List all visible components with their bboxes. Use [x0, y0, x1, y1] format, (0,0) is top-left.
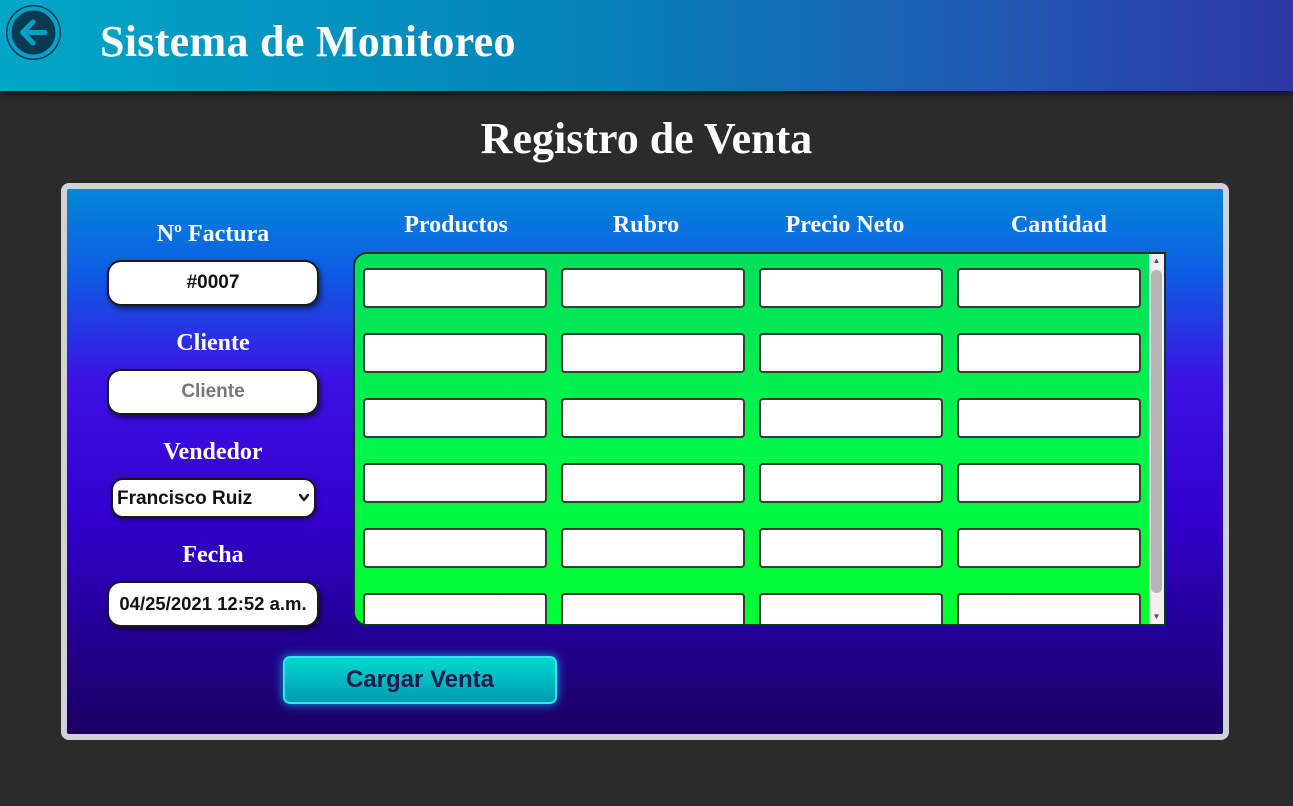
column-header-productos: Productos [404, 212, 508, 238]
chevron-down-icon [298, 493, 310, 502]
cell-cantidad[interactable] [957, 333, 1141, 373]
cell-precio-neto[interactable] [759, 463, 943, 503]
vendedor-selected: Francisco Ruiz [117, 488, 253, 509]
cell-producto[interactable] [363, 463, 547, 503]
cell-cantidad[interactable] [957, 593, 1141, 624]
cargar-venta-button[interactable]: Cargar Venta [283, 656, 557, 704]
cell-cantidad[interactable] [957, 398, 1141, 438]
cliente-label: Cliente [176, 330, 250, 356]
cell-rubro[interactable] [561, 398, 745, 438]
products-grid[interactable]: ▲ ▼ [353, 252, 1166, 626]
grid-scrollbar[interactable]: ▲ ▼ [1149, 254, 1164, 624]
cell-precio-neto[interactable] [759, 333, 943, 373]
page-title: Registro de Venta [480, 114, 813, 163]
cell-producto[interactable] [363, 333, 547, 373]
fecha-label: Fecha [182, 542, 244, 568]
arrow-left-icon [7, 6, 60, 59]
app-title: Sistema de Monitoreo [100, 17, 516, 66]
fecha-field[interactable] [107, 581, 319, 627]
scroll-up-arrow-icon[interactable]: ▲ [1149, 254, 1164, 268]
cell-rubro[interactable] [561, 268, 745, 308]
column-header-cantidad: Cantidad [1010, 212, 1108, 238]
cell-precio-neto[interactable] [759, 268, 943, 308]
scroll-thumb[interactable] [1151, 270, 1162, 593]
back-button[interactable] [6, 5, 61, 60]
cell-producto[interactable] [363, 398, 547, 438]
cell-rubro[interactable] [561, 333, 745, 373]
scroll-down-arrow-icon[interactable]: ▼ [1149, 610, 1164, 624]
vendedor-select[interactable]: Francisco Ruiz [111, 478, 316, 518]
cell-producto[interactable] [363, 593, 547, 624]
cell-precio-neto[interactable] [759, 398, 943, 438]
cell-precio-neto[interactable] [759, 528, 943, 568]
vendedor-label: Vendedor [163, 439, 263, 465]
factura-field[interactable] [107, 260, 319, 306]
cell-precio-neto[interactable] [759, 593, 943, 624]
cliente-field[interactable] [107, 369, 319, 415]
column-header-precio-neto: Precio Neto [785, 212, 905, 238]
cell-producto[interactable] [363, 268, 547, 308]
column-header-rubro: Rubro [612, 212, 680, 238]
factura-label: Nº Factura [156, 221, 270, 247]
cell-rubro[interactable] [561, 463, 745, 503]
cell-cantidad[interactable] [957, 268, 1141, 308]
cell-cantidad[interactable] [957, 463, 1141, 503]
cell-producto[interactable] [363, 528, 547, 568]
cell-rubro[interactable] [561, 593, 745, 624]
app-header: Sistema de Monitoreo [0, 0, 1293, 91]
cell-cantidad[interactable] [957, 528, 1141, 568]
cell-rubro[interactable] [561, 528, 745, 568]
